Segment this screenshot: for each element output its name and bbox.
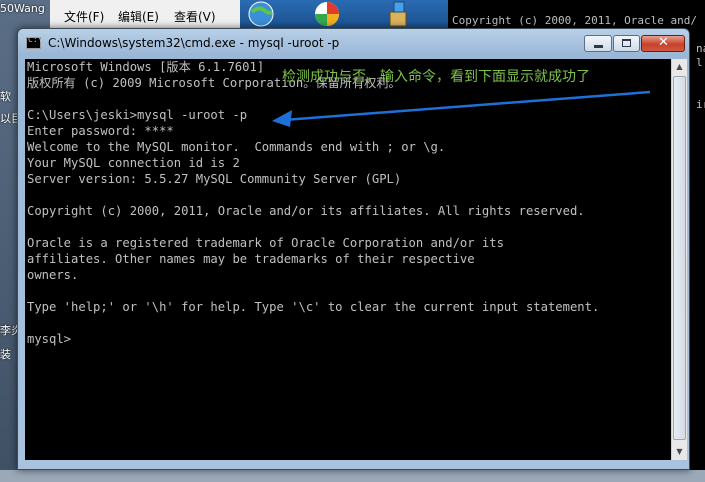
cmd-icon: C:\ <box>26 35 42 49</box>
desktop-icons-area <box>240 0 450 30</box>
scroll-down-icon[interactable]: ▼ <box>672 444 687 460</box>
bg-console-line: l <box>696 56 703 69</box>
console-line: Your MySQL connection id is 2 <box>27 156 240 170</box>
console-line: Enter password: **** <box>27 124 174 138</box>
console-line: affiliates. Other names may be trademark… <box>27 252 475 266</box>
console-line: Microsoft Windows [版本 6.1.7601] <box>27 60 265 74</box>
console-line: Oracle is a registered trademark of Orac… <box>27 236 504 250</box>
annotation-text: 检测成功与否，输入命令，看到下面显示就成功了 <box>282 69 590 85</box>
menu-view[interactable]: 查看(V) <box>174 8 216 25</box>
menu-file[interactable]: 文件(F) <box>64 8 104 25</box>
colorful-ball-icon[interactable] <box>310 0 344 28</box>
console-line: owners. <box>27 268 79 282</box>
console-line: Server version: 5.5.27 MySQL Community S… <box>27 172 402 186</box>
bg-console-line: na <box>696 42 705 55</box>
minimize-button[interactable] <box>584 35 612 52</box>
menu-edit[interactable]: 编辑(E) <box>118 8 159 25</box>
close-button[interactable]: ✕ <box>641 35 685 52</box>
console-line: mysql> <box>27 332 72 346</box>
scroll-up-icon[interactable]: ▲ <box>672 59 687 75</box>
background-explorer-window: 文件(F) 编辑(E) 查看(V) <box>50 0 240 31</box>
bg-text: 50Wang <box>0 2 45 15</box>
console-line: C:\Users\jeski>mysql -uroot -p <box>27 108 248 122</box>
console-line: Type 'help;' or '\h' for help. Type '\c'… <box>27 300 600 314</box>
close-icon: ✕ <box>658 35 669 50</box>
minimize-icon <box>594 45 603 48</box>
annotation-arrow-icon <box>272 90 651 127</box>
bg-text: 软 <box>0 90 11 103</box>
scrollbar-thumb[interactable] <box>673 76 686 440</box>
maximize-icon <box>622 39 631 47</box>
console-line: Copyright (c) 2000, 2011, Oracle and/or … <box>27 204 585 218</box>
title-bar[interactable]: C:\ C:\Windows\system32\cmd.exe - mysql … <box>18 29 689 57</box>
background-bottom-strip <box>0 470 705 482</box>
maximize-button[interactable] <box>613 35 640 52</box>
vertical-scrollbar[interactable]: ▲ ▼ <box>671 59 687 460</box>
globe-icon[interactable] <box>246 0 280 28</box>
installer-icon[interactable] <box>380 0 414 28</box>
console-line: Welcome to the MySQL monitor. Commands e… <box>27 140 446 154</box>
bg-console-line: Copyright (c) 2000, 2011, Oracle and/ <box>452 14 698 27</box>
window-title: C:\Windows\system32\cmd.exe - mysql -uro… <box>48 36 340 50</box>
bg-text: 装 <box>0 348 11 361</box>
bg-console-line: ir <box>696 98 705 111</box>
